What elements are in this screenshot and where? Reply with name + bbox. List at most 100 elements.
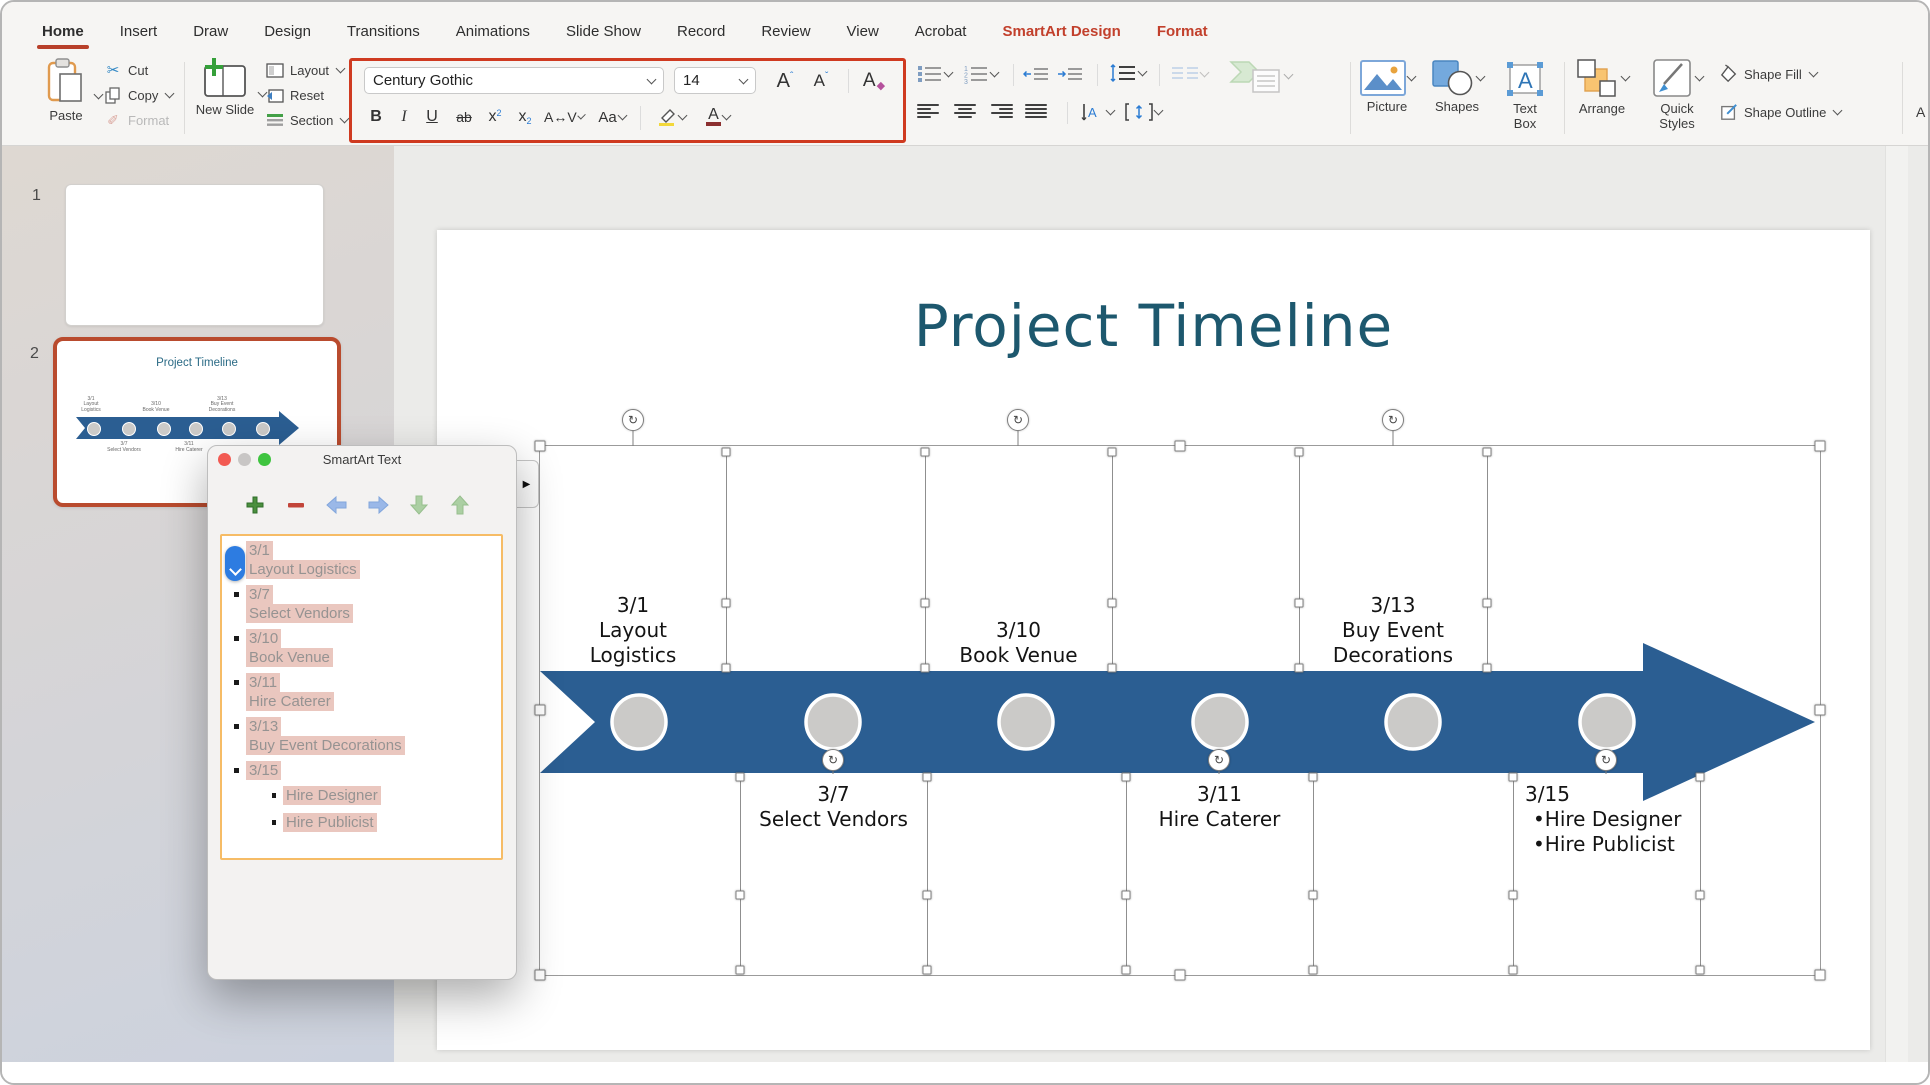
- smartart-text-pane-toggle[interactable]: ▶: [514, 460, 539, 508]
- font-family-select[interactable]: Century Gothic: [364, 67, 664, 94]
- selection-handle[interactable]: [923, 891, 932, 900]
- selection-handle[interactable]: [1309, 891, 1318, 900]
- italic-button[interactable]: I: [392, 104, 416, 130]
- minimize-button[interactable]: [238, 453, 251, 466]
- selection-handle[interactable]: [535, 705, 546, 716]
- reset-button[interactable]: Reset: [266, 87, 324, 103]
- smartart-text-item[interactable]: 3/1Layout Logistics: [234, 541, 495, 579]
- copy-button[interactable]: Copy: [104, 87, 173, 103]
- smartart-text-line[interactable]: 3/13: [246, 717, 281, 736]
- tab-review[interactable]: Review: [761, 23, 810, 40]
- decrease-indent-button[interactable]: [1023, 64, 1049, 84]
- demote-button[interactable]: [367, 494, 389, 516]
- new-slide-button[interactable]: New Slide: [192, 58, 258, 138]
- tab-acrobat[interactable]: Acrobat: [915, 23, 967, 40]
- selection-handle[interactable]: [1696, 966, 1705, 975]
- tab-slide-show[interactable]: Slide Show: [566, 23, 641, 40]
- smartart-selection-frame[interactable]: 3/1LayoutLogistics3/10Book Venue3/13Buy …: [539, 445, 1821, 976]
- milestone-circle[interactable]: [612, 695, 666, 749]
- selection-handle[interactable]: [722, 599, 731, 608]
- decrease-font-size-button[interactable]: Aˇ: [804, 68, 838, 94]
- format-painter-button[interactable]: ✐ Format: [104, 112, 169, 128]
- shape-fill-button[interactable]: Shape Fill: [1720, 66, 1817, 82]
- selection-handle[interactable]: [1175, 441, 1186, 452]
- selection-handle[interactable]: [736, 773, 745, 782]
- tab-design[interactable]: Design: [264, 23, 311, 40]
- copy-dropdown-chevron[interactable]: [165, 89, 175, 99]
- smartart-text-item[interactable]: 3/13Buy Event Decorations: [234, 717, 495, 755]
- selection-handle[interactable]: [923, 966, 932, 975]
- smartart-text-window[interactable]: SmartArt Text 3/1Layout Logistics3/7Sele…: [207, 445, 517, 980]
- bold-button[interactable]: B: [364, 104, 388, 130]
- smartart-text-item[interactable]: Hire Designer: [272, 786, 495, 805]
- selection-handle[interactable]: [1295, 664, 1304, 673]
- selection-handle[interactable]: [1122, 773, 1131, 782]
- close-button[interactable]: [218, 453, 231, 466]
- selection-handle[interactable]: [1815, 705, 1826, 716]
- rotate-handle[interactable]: ↻: [822, 749, 844, 771]
- smartart-text-line[interactable]: Buy Event Decorations: [246, 736, 405, 755]
- selection-handle[interactable]: [1483, 599, 1492, 608]
- milestone-circle[interactable]: [999, 695, 1053, 749]
- selection-handle[interactable]: [1509, 773, 1518, 782]
- selection-handle[interactable]: [736, 966, 745, 975]
- tab-animations[interactable]: Animations: [456, 23, 530, 40]
- slide-1-thumbnail[interactable]: [65, 184, 324, 326]
- selection-handle[interactable]: [1483, 448, 1492, 457]
- underline-button[interactable]: U: [420, 104, 444, 130]
- selection-handle[interactable]: [722, 664, 731, 673]
- selection-handle[interactable]: [1483, 664, 1492, 673]
- text-box-button[interactable]: A Text Box: [1498, 60, 1552, 131]
- shape-fill-chevron[interactable]: [1808, 68, 1818, 78]
- selection-handle[interactable]: [921, 599, 930, 608]
- increase-indent-button[interactable]: [1057, 64, 1083, 84]
- quick-styles-dropdown-chevron[interactable]: [1694, 72, 1704, 82]
- bullets-button[interactable]: [917, 64, 952, 84]
- shapes-dropdown-chevron[interactable]: [1475, 72, 1485, 82]
- shape-outline-button[interactable]: Shape Outline: [1720, 104, 1841, 120]
- move-up-button[interactable]: [449, 494, 471, 516]
- selection-handle[interactable]: [921, 664, 930, 673]
- shape-outline-chevron[interactable]: [1833, 106, 1843, 116]
- strikethrough-button[interactable]: ab: [450, 104, 478, 130]
- selection-handle[interactable]: [535, 441, 546, 452]
- smartart-text-line[interactable]: 3/7: [246, 585, 273, 604]
- selection-handle[interactable]: [1122, 966, 1131, 975]
- timeline-label-below[interactable]: 3/7Select Vendors: [740, 782, 927, 952]
- rotate-handle[interactable]: ↻: [1208, 749, 1230, 771]
- smartart-text-line[interactable]: 3/15: [246, 761, 281, 780]
- selection-handle[interactable]: [1509, 891, 1518, 900]
- smartart-text-line[interactable]: 3/10: [246, 629, 281, 648]
- selection-handle[interactable]: [1309, 773, 1318, 782]
- selection-handle[interactable]: [535, 970, 546, 981]
- line-spacing-button[interactable]: [1109, 62, 1146, 84]
- rotate-handle[interactable]: ↻: [1382, 409, 1404, 431]
- smartart-text-item[interactable]: Hire Publicist: [272, 813, 495, 832]
- smartart-text-line[interactable]: Hire Designer: [283, 786, 381, 805]
- rotate-handle[interactable]: ↻: [622, 409, 644, 431]
- superscript-button[interactable]: x2: [482, 104, 508, 130]
- picture-dropdown-chevron[interactable]: [1406, 72, 1416, 82]
- smartart-text-line[interactable]: Hire Publicist: [283, 813, 377, 832]
- selection-handle[interactable]: [1815, 970, 1826, 981]
- selection-handle[interactable]: [923, 773, 932, 782]
- section-button[interactable]: Section: [266, 112, 348, 128]
- selection-handle[interactable]: [736, 891, 745, 900]
- milestone-circle[interactable]: [1580, 695, 1634, 749]
- character-spacing-button[interactable]: A↔V: [544, 104, 584, 130]
- selection-handle[interactable]: [921, 448, 930, 457]
- font-color-button[interactable]: A: [698, 104, 738, 130]
- text-cursor-handle[interactable]: [225, 546, 245, 581]
- align-left-button[interactable]: [917, 102, 941, 120]
- font-size-select[interactable]: 14: [674, 67, 756, 94]
- change-case-button[interactable]: Aa: [592, 104, 632, 130]
- smartart-window-titlebar[interactable]: SmartArt Text: [208, 446, 516, 472]
- paste-button[interactable]: Paste: [36, 58, 96, 138]
- smartart-text-line[interactable]: Book Venue: [246, 648, 333, 667]
- picture-button[interactable]: Picture: [1356, 60, 1418, 114]
- tab-home[interactable]: Home: [42, 23, 84, 40]
- smartart-text-line[interactable]: Hire Caterer: [246, 692, 334, 711]
- rotate-handle[interactable]: ↻: [1595, 749, 1617, 771]
- selection-handle[interactable]: [1122, 891, 1131, 900]
- increase-font-size-button[interactable]: Aˆ: [768, 68, 802, 94]
